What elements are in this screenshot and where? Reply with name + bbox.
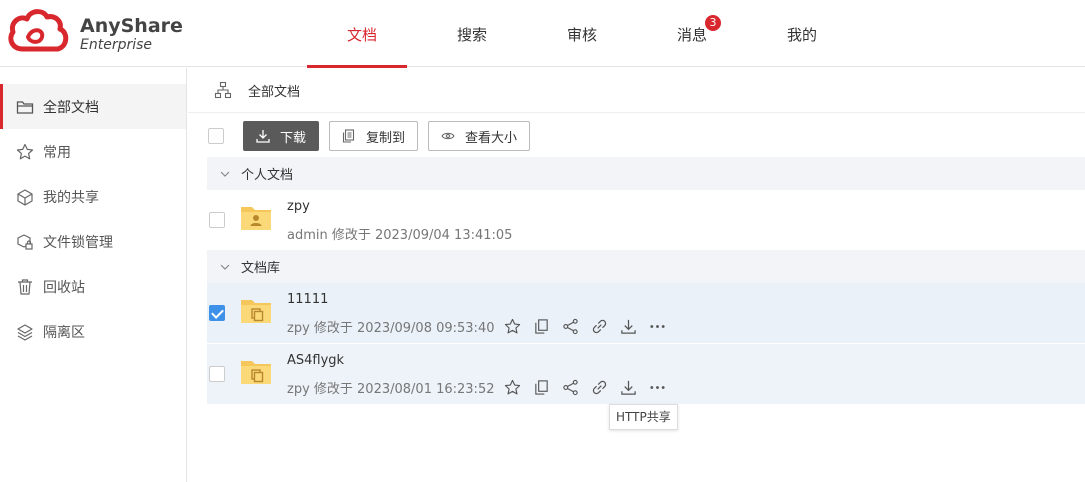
item-name[interactable]: 11111 (287, 292, 328, 307)
sidebar-item-all-documents[interactable]: 全部文档 (0, 84, 186, 129)
view-size-label: 查看大小 (465, 130, 518, 146)
sidebar-item-favorites[interactable]: 常用 (0, 129, 186, 174)
personal-folder-icon (241, 207, 271, 230)
top-header: AnyShare Enterprise 文档 搜索 审核 消息 我的 3 (0, 0, 1085, 68)
download-action[interactable] (620, 317, 649, 335)
library-folder-icon (241, 361, 271, 384)
tab-review[interactable]: 审核 (527, 0, 637, 67)
sidebar-item-file-locks[interactable]: 文件锁管理 (0, 219, 186, 264)
brand-logo[interactable]: AnyShare Enterprise (6, 6, 183, 56)
copy-to-label: 复制到 (366, 130, 406, 146)
item-name[interactable]: AS4flygk (287, 353, 344, 368)
chevron-down-icon (220, 171, 230, 177)
link-icon (592, 380, 607, 394)
group-label: 文档库 (241, 261, 281, 276)
star-icon (504, 318, 521, 333)
group-label: 个人文档 (241, 168, 294, 183)
breadcrumb: 全部文档 (188, 68, 1085, 113)
favorite-action[interactable] (504, 378, 533, 396)
item-name[interactable]: zpy (287, 199, 310, 214)
eye-icon (441, 132, 455, 140)
brand-name: AnyShare (80, 15, 183, 37)
item-meta: admin 修改于 2023/09/04 13:41:05 (287, 228, 513, 243)
row-checkbox[interactable] (209, 212, 225, 228)
copy-icon (535, 318, 548, 334)
share-icon (563, 318, 578, 334)
folder-icon (16, 100, 34, 114)
sidebar-item-label: 文件锁管理 (43, 234, 113, 251)
row-checkbox[interactable] (209, 366, 225, 382)
share-action[interactable] (562, 317, 591, 335)
tab-search[interactable]: 搜索 (417, 0, 527, 67)
layers-icon (17, 323, 33, 341)
sidebar-item-label: 我的共享 (43, 189, 99, 206)
more-icon (650, 324, 665, 328)
sidebar-item-recycle-bin[interactable]: 回收站 (0, 264, 186, 309)
tab-messages[interactable]: 消息 (637, 0, 747, 67)
copy-icon (342, 129, 355, 143)
download-icon (621, 380, 636, 395)
sidebar-item-my-shares[interactable]: 我的共享 (0, 174, 186, 219)
more-action[interactable] (649, 317, 678, 335)
favorite-action[interactable] (504, 317, 533, 335)
tab-documents[interactable]: 文档 (307, 0, 417, 68)
download-button[interactable]: 下载 (243, 121, 320, 151)
item-meta: zpy 修改于 2023/08/01 16:23:52 (287, 382, 495, 397)
download-label: 下载 (280, 130, 307, 146)
brand-subtitle: Enterprise (80, 37, 153, 53)
share-icon (563, 379, 578, 395)
group-header-library[interactable]: 文档库 (207, 250, 1085, 283)
main-nav: 文档 搜索 审核 消息 我的 (307, 0, 857, 68)
star-icon (504, 379, 521, 394)
sidebar-item-label: 隔离区 (43, 324, 85, 341)
download-icon (256, 130, 270, 143)
more-action[interactable] (649, 378, 678, 396)
download-action[interactable] (620, 378, 649, 396)
sidebar-item-label: 全部文档 (43, 99, 99, 116)
more-icon (650, 385, 665, 389)
star-icon (16, 143, 34, 159)
tab-mine[interactable]: 我的 (747, 0, 857, 67)
chevron-down-icon (220, 264, 230, 270)
item-meta: zpy 修改于 2023/09/08 09:53:40 (287, 321, 495, 336)
share-action[interactable] (562, 378, 591, 396)
link-action[interactable] (591, 378, 620, 396)
group-header-personal[interactable]: 个人文档 (207, 157, 1085, 190)
copy-action[interactable] (533, 378, 562, 396)
copy-icon (535, 379, 548, 395)
library-folder-icon (241, 300, 271, 323)
row-checkbox[interactable] (209, 305, 225, 321)
download-icon (621, 319, 636, 334)
row-actions (504, 317, 678, 335)
copy-to-button[interactable]: 复制到 (329, 121, 419, 151)
row-actions (504, 378, 678, 396)
link-icon (592, 319, 607, 333)
sitemap-icon[interactable] (214, 81, 232, 99)
list-item[interactable]: zpy admin 修改于 2023/09/04 13:41:05 (207, 190, 1085, 250)
select-all-checkbox[interactable] (208, 128, 224, 144)
sidebar-item-quarantine[interactable]: 隔离区 (0, 309, 186, 354)
sidebar-item-label: 常用 (43, 144, 71, 161)
breadcrumb-current[interactable]: 全部文档 (248, 81, 300, 100)
sidebar-item-label: 回收站 (43, 279, 85, 296)
file-lock-icon (17, 233, 33, 250)
trash-icon (18, 278, 32, 295)
sidebar: 全部文档 常用 我的共享 文件锁管理 回收站 隔离区 (0, 68, 187, 482)
list-item[interactable]: AS4flygk zpy 修改于 2023/08/01 16:23:52 (207, 344, 1085, 404)
toolbar: 下载 复制到 查看大小 (208, 120, 531, 152)
share-box-icon (17, 188, 33, 206)
copy-action[interactable] (533, 317, 562, 335)
view-size-button[interactable]: 查看大小 (428, 121, 531, 151)
list-item[interactable]: 11111 zpy 修改于 2023/09/08 09:53:40 (207, 283, 1085, 343)
message-count-badge: 3 (705, 15, 721, 31)
cloud-logo-icon (8, 9, 69, 52)
link-action[interactable] (591, 317, 620, 335)
http-share-tooltip: HTTP共享 (609, 404, 678, 430)
